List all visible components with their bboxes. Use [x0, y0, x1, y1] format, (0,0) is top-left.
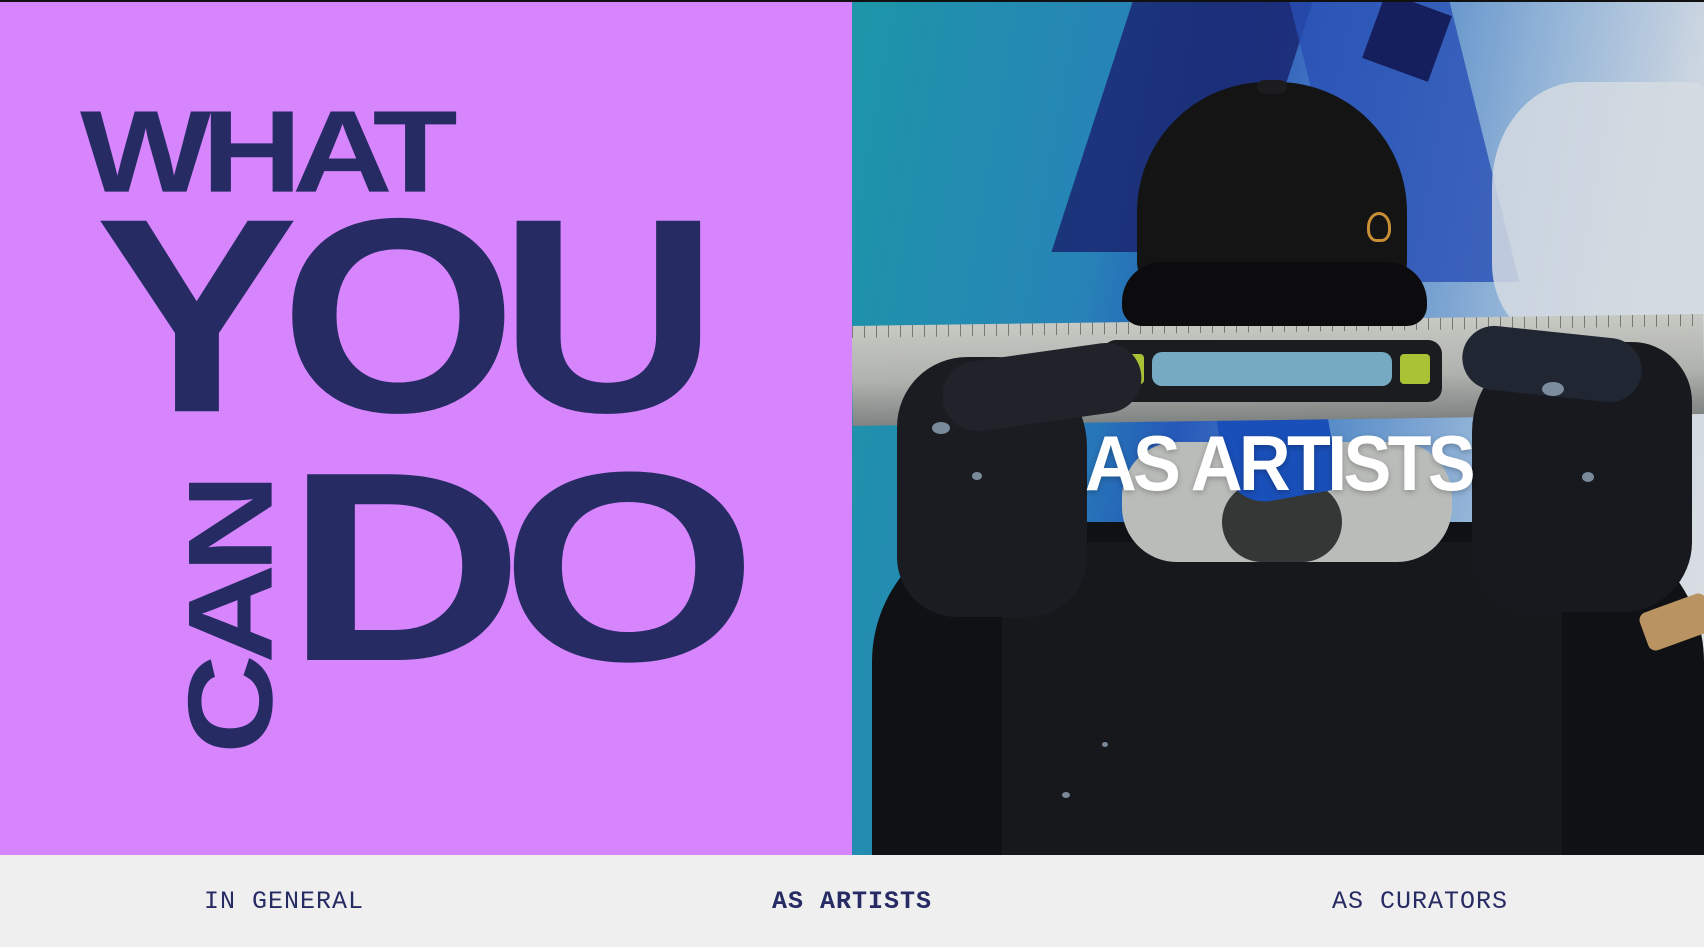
headline-word-do: DO — [285, 416, 758, 718]
headline-panel: WHAT YOU CAN DO — [0, 2, 852, 855]
headline-graphic: WHAT YOU CAN DO — [0, 2, 852, 855]
tab-as-curators[interactable]: AS CURATORS — [1136, 855, 1704, 947]
headline-word-you: YOU — [95, 161, 719, 471]
section-tabs: IN GENERAL AS ARTISTS AS CURATORS — [0, 855, 1704, 947]
tab-as-artists[interactable]: AS ARTISTS — [568, 855, 1136, 947]
tab-in-general[interactable]: IN GENERAL — [0, 855, 568, 947]
headline-word-can: CAN — [162, 482, 298, 754]
hero-photo: AS ARTISTS — [852, 2, 1704, 855]
photo-overlay — [852, 2, 1704, 855]
